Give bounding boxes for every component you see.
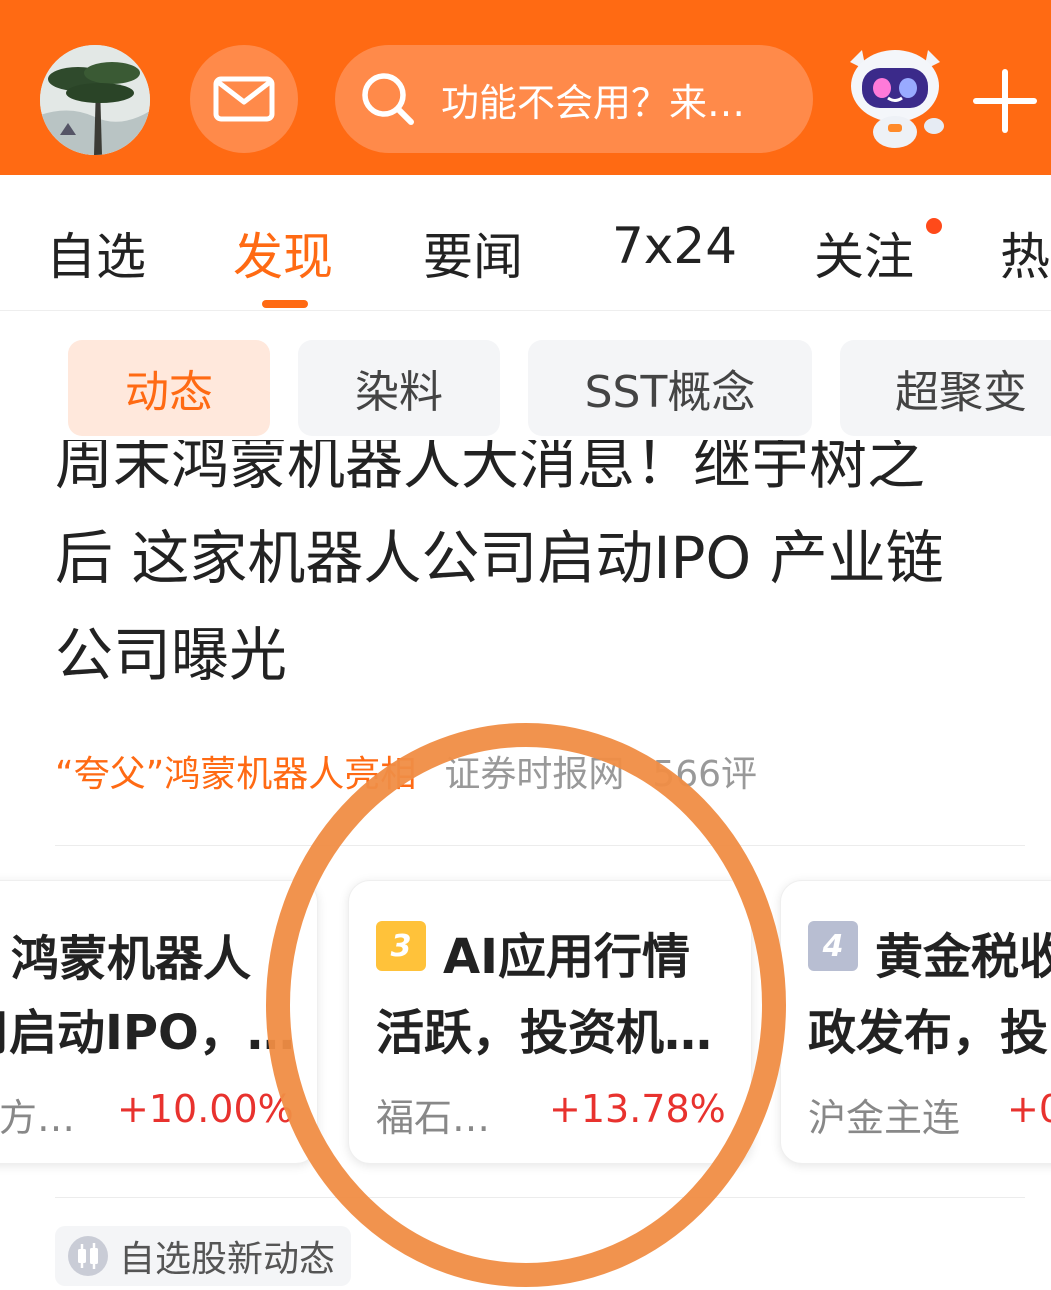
search-icon (359, 70, 417, 128)
chip-dynamics[interactable]: 动态 (68, 340, 270, 436)
article-meta: “夸父”鸿蒙机器人亮相 证券时报网 566评 (55, 745, 757, 797)
main-tabs: 自选 发现 要闻 7x24 关注 热 (0, 175, 1051, 311)
card-title-line: 司启动IPO，… (0, 1005, 295, 1061)
article-topic-link[interactable]: “夸父”鸿蒙机器人亮相 (55, 754, 416, 795)
card-stock-change: +13.78% (549, 1087, 726, 1131)
robot-assistant-icon[interactable] (836, 40, 954, 150)
hot-topic-card[interactable]: 4 黄金税收 政发布，投 沪金主连 +0 (780, 880, 1051, 1164)
tab-discover[interactable]: 发现 (233, 217, 333, 289)
search-placeholder: 功能不会用？来… (441, 80, 746, 125)
tab-hot[interactable]: 热 (1000, 217, 1050, 289)
rank-badge: 3 (376, 921, 426, 971)
headline-line: 公司曝光 (55, 621, 288, 689)
add-button[interactable] (972, 68, 1038, 134)
tab-watchlist[interactable]: 自选 (46, 217, 146, 289)
hot-topic-card[interactable]: 鸿蒙机器人 司启动IPO，… 方… +10.00% (0, 880, 318, 1164)
tab-following[interactable]: 关注 (814, 217, 914, 289)
comment-count[interactable]: 566评 (652, 754, 757, 795)
card-stock-change: +10.00% (117, 1087, 294, 1131)
hot-topic-card[interactable]: 3 AI应用行情 活跃，投资机… 福石… +13.78% (348, 880, 752, 1164)
card-title-line: 鸿蒙机器人 (11, 931, 252, 987)
card-title-line: 黄金税收 (875, 929, 1051, 985)
messages-button[interactable] (190, 45, 298, 153)
watchlist-news-label: 自选股新动态 (119, 1239, 336, 1280)
plus-icon (973, 69, 1037, 133)
top-bar: 功能不会用？来… (0, 0, 1051, 175)
headline-line: 周末鸿蒙机器人大消息！继宇树之 (55, 440, 926, 497)
card-title-line: 政发布，投 (808, 1005, 1049, 1061)
following-badge-dot (926, 218, 942, 234)
divider (55, 1197, 1025, 1198)
card-stock-change: +0 (1007, 1087, 1051, 1131)
card-title-line: AI应用行情 (443, 929, 691, 985)
chip-sst-concept[interactable]: SST概念 (528, 340, 812, 436)
divider (55, 845, 1025, 846)
headline-line: 后 这家机器人公司启动IPO 产业链 (55, 524, 944, 592)
active-tab-indicator (262, 300, 308, 308)
card-title-line: 活跃，投资机… (376, 1005, 713, 1061)
tab-7x24[interactable]: 7x24 (612, 217, 737, 275)
user-avatar[interactable] (40, 45, 150, 155)
article-source: 证券时报网 (444, 754, 625, 795)
candlestick-icon (68, 1236, 108, 1276)
chip-hyperfusion[interactable]: 超聚变 (840, 340, 1051, 436)
article-headline[interactable]: 周末鸿蒙机器人大消息！继宇树之 后 这家机器人公司启动IPO 产业链 公司曝光 (55, 440, 1030, 690)
card-stock-name: 方… (0, 1096, 76, 1140)
card-stock-name: 福石… (376, 1096, 491, 1140)
card-stock-name: 沪金主连 (808, 1096, 961, 1140)
watchlist-news-chip[interactable]: 自选股新动态 (55, 1226, 351, 1286)
tab-headlines[interactable]: 要闻 (423, 217, 523, 289)
chip-dyes[interactable]: 染料 (298, 340, 500, 436)
mail-icon (213, 76, 275, 122)
search-bar[interactable]: 功能不会用？来… (335, 45, 813, 153)
rank-badge: 4 (808, 921, 858, 971)
